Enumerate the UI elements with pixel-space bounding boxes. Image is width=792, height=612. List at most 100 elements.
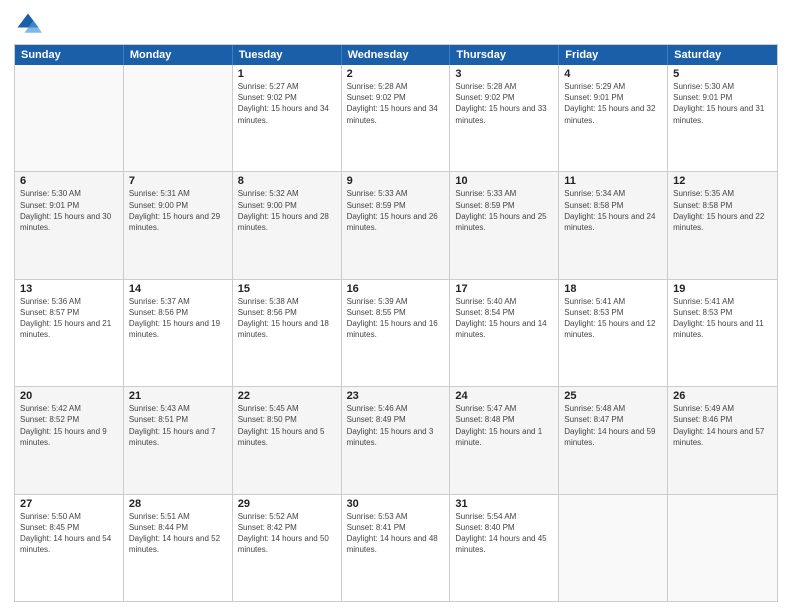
calendar-header: SundayMondayTuesdayWednesdayThursdayFrid… xyxy=(15,45,777,65)
day-number: 29 xyxy=(238,498,336,510)
day-number: 7 xyxy=(129,175,227,187)
day-number: 6 xyxy=(20,175,118,187)
day-number: 22 xyxy=(238,390,336,402)
calendar-cell: 7Sunrise: 5:31 AMSunset: 9:00 PMDaylight… xyxy=(124,172,233,278)
day-detail: Sunrise: 5:29 AMSunset: 9:01 PMDaylight:… xyxy=(564,81,662,126)
logo xyxy=(14,10,46,38)
calendar-cell: 17Sunrise: 5:40 AMSunset: 8:54 PMDayligh… xyxy=(450,280,559,386)
calendar-cell: 14Sunrise: 5:37 AMSunset: 8:56 PMDayligh… xyxy=(124,280,233,386)
day-number: 31 xyxy=(455,498,553,510)
day-number: 15 xyxy=(238,283,336,295)
calendar-cell: 5Sunrise: 5:30 AMSunset: 9:01 PMDaylight… xyxy=(668,65,777,171)
weekday-header-wednesday: Wednesday xyxy=(342,45,451,65)
day-number: 9 xyxy=(347,175,445,187)
calendar-cell: 13Sunrise: 5:36 AMSunset: 8:57 PMDayligh… xyxy=(15,280,124,386)
day-number: 27 xyxy=(20,498,118,510)
calendar-cell: 18Sunrise: 5:41 AMSunset: 8:53 PMDayligh… xyxy=(559,280,668,386)
day-number: 26 xyxy=(673,390,772,402)
day-detail: Sunrise: 5:39 AMSunset: 8:55 PMDaylight:… xyxy=(347,296,445,341)
day-detail: Sunrise: 5:37 AMSunset: 8:56 PMDaylight:… xyxy=(129,296,227,341)
day-number: 1 xyxy=(238,68,336,80)
day-number: 25 xyxy=(564,390,662,402)
day-detail: Sunrise: 5:53 AMSunset: 8:41 PMDaylight:… xyxy=(347,511,445,556)
day-detail: Sunrise: 5:34 AMSunset: 8:58 PMDaylight:… xyxy=(564,188,662,233)
day-detail: Sunrise: 5:36 AMSunset: 8:57 PMDaylight:… xyxy=(20,296,118,341)
day-detail: Sunrise: 5:50 AMSunset: 8:45 PMDaylight:… xyxy=(20,511,118,556)
day-detail: Sunrise: 5:28 AMSunset: 9:02 PMDaylight:… xyxy=(347,81,445,126)
day-detail: Sunrise: 5:27 AMSunset: 9:02 PMDaylight:… xyxy=(238,81,336,126)
day-detail: Sunrise: 5:42 AMSunset: 8:52 PMDaylight:… xyxy=(20,403,118,448)
day-detail: Sunrise: 5:41 AMSunset: 8:53 PMDaylight:… xyxy=(564,296,662,341)
day-detail: Sunrise: 5:30 AMSunset: 9:01 PMDaylight:… xyxy=(673,81,772,126)
day-detail: Sunrise: 5:47 AMSunset: 8:48 PMDaylight:… xyxy=(455,403,553,448)
calendar-cell xyxy=(559,495,668,601)
day-number: 18 xyxy=(564,283,662,295)
day-detail: Sunrise: 5:46 AMSunset: 8:49 PMDaylight:… xyxy=(347,403,445,448)
day-detail: Sunrise: 5:30 AMSunset: 9:01 PMDaylight:… xyxy=(20,188,118,233)
day-detail: Sunrise: 5:32 AMSunset: 9:00 PMDaylight:… xyxy=(238,188,336,233)
calendar-cell: 19Sunrise: 5:41 AMSunset: 8:53 PMDayligh… xyxy=(668,280,777,386)
calendar-cell: 9Sunrise: 5:33 AMSunset: 8:59 PMDaylight… xyxy=(342,172,451,278)
day-number: 10 xyxy=(455,175,553,187)
day-detail: Sunrise: 5:54 AMSunset: 8:40 PMDaylight:… xyxy=(455,511,553,556)
calendar-cell xyxy=(668,495,777,601)
calendar-cell: 31Sunrise: 5:54 AMSunset: 8:40 PMDayligh… xyxy=(450,495,559,601)
calendar: SundayMondayTuesdayWednesdayThursdayFrid… xyxy=(14,44,778,602)
day-detail: Sunrise: 5:38 AMSunset: 8:56 PMDaylight:… xyxy=(238,296,336,341)
weekday-header-thursday: Thursday xyxy=(450,45,559,65)
day-number: 28 xyxy=(129,498,227,510)
weekday-header-sunday: Sunday xyxy=(15,45,124,65)
day-detail: Sunrise: 5:40 AMSunset: 8:54 PMDaylight:… xyxy=(455,296,553,341)
day-number: 12 xyxy=(673,175,772,187)
day-number: 8 xyxy=(238,175,336,187)
calendar-cell: 28Sunrise: 5:51 AMSunset: 8:44 PMDayligh… xyxy=(124,495,233,601)
calendar-cell: 8Sunrise: 5:32 AMSunset: 9:00 PMDaylight… xyxy=(233,172,342,278)
day-detail: Sunrise: 5:31 AMSunset: 9:00 PMDaylight:… xyxy=(129,188,227,233)
calendar-cell: 3Sunrise: 5:28 AMSunset: 9:02 PMDaylight… xyxy=(450,65,559,171)
calendar-cell: 2Sunrise: 5:28 AMSunset: 9:02 PMDaylight… xyxy=(342,65,451,171)
calendar-cell: 23Sunrise: 5:46 AMSunset: 8:49 PMDayligh… xyxy=(342,387,451,493)
day-number: 21 xyxy=(129,390,227,402)
day-number: 13 xyxy=(20,283,118,295)
calendar-cell: 12Sunrise: 5:35 AMSunset: 8:58 PMDayligh… xyxy=(668,172,777,278)
day-detail: Sunrise: 5:43 AMSunset: 8:51 PMDaylight:… xyxy=(129,403,227,448)
calendar-cell: 25Sunrise: 5:48 AMSunset: 8:47 PMDayligh… xyxy=(559,387,668,493)
day-detail: Sunrise: 5:48 AMSunset: 8:47 PMDaylight:… xyxy=(564,403,662,448)
day-number: 11 xyxy=(564,175,662,187)
day-number: 23 xyxy=(347,390,445,402)
calendar-cell: 29Sunrise: 5:52 AMSunset: 8:42 PMDayligh… xyxy=(233,495,342,601)
day-detail: Sunrise: 5:33 AMSunset: 8:59 PMDaylight:… xyxy=(455,188,553,233)
calendar-cell: 16Sunrise: 5:39 AMSunset: 8:55 PMDayligh… xyxy=(342,280,451,386)
weekday-header-tuesday: Tuesday xyxy=(233,45,342,65)
calendar-cell: 24Sunrise: 5:47 AMSunset: 8:48 PMDayligh… xyxy=(450,387,559,493)
calendar-cell: 22Sunrise: 5:45 AMSunset: 8:50 PMDayligh… xyxy=(233,387,342,493)
calendar-cell: 27Sunrise: 5:50 AMSunset: 8:45 PMDayligh… xyxy=(15,495,124,601)
calendar-cell: 15Sunrise: 5:38 AMSunset: 8:56 PMDayligh… xyxy=(233,280,342,386)
calendar-cell: 11Sunrise: 5:34 AMSunset: 8:58 PMDayligh… xyxy=(559,172,668,278)
calendar-cell xyxy=(124,65,233,171)
logo-icon xyxy=(14,10,42,38)
weekday-header-saturday: Saturday xyxy=(668,45,777,65)
calendar-body: 1Sunrise: 5:27 AMSunset: 9:02 PMDaylight… xyxy=(15,65,777,601)
header xyxy=(14,10,778,38)
calendar-cell: 21Sunrise: 5:43 AMSunset: 8:51 PMDayligh… xyxy=(124,387,233,493)
day-detail: Sunrise: 5:41 AMSunset: 8:53 PMDaylight:… xyxy=(673,296,772,341)
day-number: 14 xyxy=(129,283,227,295)
day-number: 19 xyxy=(673,283,772,295)
day-detail: Sunrise: 5:51 AMSunset: 8:44 PMDaylight:… xyxy=(129,511,227,556)
calendar-row-5: 27Sunrise: 5:50 AMSunset: 8:45 PMDayligh… xyxy=(15,495,777,601)
calendar-row-4: 20Sunrise: 5:42 AMSunset: 8:52 PMDayligh… xyxy=(15,387,777,494)
calendar-cell: 26Sunrise: 5:49 AMSunset: 8:46 PMDayligh… xyxy=(668,387,777,493)
weekday-header-monday: Monday xyxy=(124,45,233,65)
day-number: 2 xyxy=(347,68,445,80)
calendar-cell: 6Sunrise: 5:30 AMSunset: 9:01 PMDaylight… xyxy=(15,172,124,278)
day-number: 5 xyxy=(673,68,772,80)
calendar-row-3: 13Sunrise: 5:36 AMSunset: 8:57 PMDayligh… xyxy=(15,280,777,387)
page: SundayMondayTuesdayWednesdayThursdayFrid… xyxy=(0,0,792,612)
day-detail: Sunrise: 5:45 AMSunset: 8:50 PMDaylight:… xyxy=(238,403,336,448)
day-number: 16 xyxy=(347,283,445,295)
day-number: 3 xyxy=(455,68,553,80)
day-number: 24 xyxy=(455,390,553,402)
calendar-cell: 1Sunrise: 5:27 AMSunset: 9:02 PMDaylight… xyxy=(233,65,342,171)
weekday-header-friday: Friday xyxy=(559,45,668,65)
